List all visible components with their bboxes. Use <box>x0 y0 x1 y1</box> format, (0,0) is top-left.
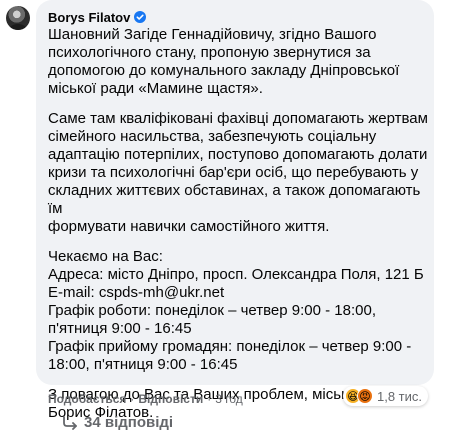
comment-line: адаптацію потерпілих, поступово допомага… <box>48 146 428 163</box>
like-button[interactable]: Подобається <box>48 392 126 406</box>
angry-emoji-icon: 😡 <box>357 388 373 404</box>
author-name[interactable]: Borys Filatov <box>48 10 130 25</box>
author-row: Borys Filatov <box>48 8 422 26</box>
comment-text: Шановний Загіде Геннадійовичу, згідно Ва… <box>48 26 428 422</box>
comment-line: міської ради «Мамине щастя». <box>48 80 263 97</box>
comment-bubble: Borys Filatov Шановний Загіде Геннадійов… <box>36 0 434 421</box>
comment-line: Адреса: місто Дніпро, просп. Олександра … <box>48 266 424 283</box>
comment-line: їм <box>48 200 63 217</box>
reply-arrow-icon <box>63 415 77 430</box>
comment-actions: Подобається · Відповісти · 3 год <box>48 392 243 406</box>
reactions-summary[interactable]: 😆 😡 1,8 тис. <box>343 386 429 406</box>
comment-paragraph: Чекаємо на Вас: Адреса: місто Дніпро, пр… <box>48 248 424 374</box>
reaction-count: 1,8 тис. <box>377 388 423 404</box>
comment-paragraph: Шановний Загіде Геннадійовичу, згідно Ва… <box>48 26 422 98</box>
verified-badge-icon <box>134 11 147 23</box>
comment-line: Графік роботи: понеділок – четвер 9:00 -… <box>48 302 377 319</box>
comment-line: сімейного насильства, забезпечують соціа… <box>48 128 377 145</box>
comment-line: 18:00, п'ятниця 9:00 - 16:45 <box>48 356 238 373</box>
separator-dot: · <box>207 392 212 406</box>
comment-line: складних життєвих обставинах, а також до… <box>48 182 421 199</box>
comment-line: кризи та психологічні бар'єри осіб, що п… <box>48 164 419 181</box>
comment-line: Саме там кваліфіковані фахівці допомагаю… <box>48 110 428 127</box>
author-avatar[interactable] <box>6 6 30 30</box>
comment-line: E-mail: cspds-mh@ukr.net <box>48 284 225 301</box>
comment-timestamp[interactable]: 3 год <box>215 392 243 406</box>
comment-line: Чекаємо на Вас: <box>48 248 163 265</box>
comment-line: Графік прийому громадян: понеділок – чет… <box>48 338 412 355</box>
comment-paragraph: Саме там кваліфіковані фахівці допомагаю… <box>48 110 428 236</box>
comment-line: формувати навички самостійного життя. <box>48 218 330 235</box>
replies-count-label: 34 відповіді <box>84 414 174 431</box>
separator-dot: · <box>130 392 135 406</box>
reply-button[interactable]: Відповісти <box>138 392 203 406</box>
comment-line: психологічного стану, пропоную звернутис… <box>48 44 371 61</box>
view-replies-button[interactable]: 34 відповіді <box>62 414 173 431</box>
comment-line: допомогою до комунального закладу Дніпро… <box>48 62 400 79</box>
avatar-silhouette <box>9 24 27 30</box>
comment-line: п'ятниця 9:00 - 16:45 <box>48 320 192 337</box>
comment-line: Шановний Загіде Геннадійовичу, згідно Ва… <box>48 26 377 43</box>
